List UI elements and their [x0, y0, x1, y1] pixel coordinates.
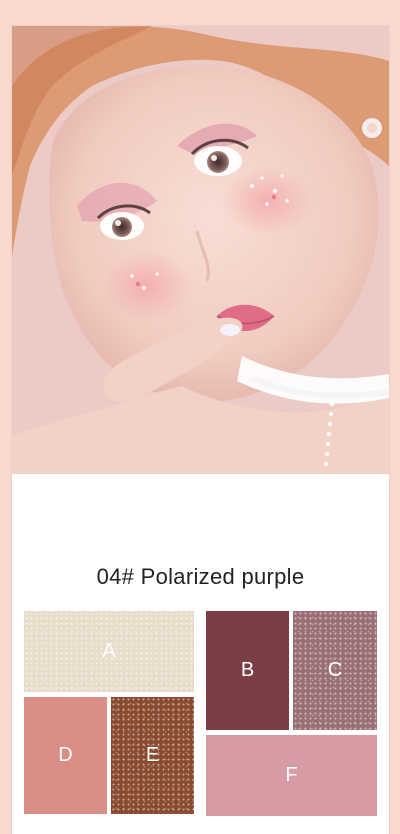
swatch-a[interactable]: A: [24, 611, 194, 692]
swatch-f[interactable]: F: [206, 735, 377, 816]
swatch-c-label: C: [327, 659, 343, 681]
swatch-c[interactable]: C: [293, 611, 377, 730]
swatch-a-label: A: [102, 640, 116, 662]
shade-caption: 04# Polarized purple: [96, 564, 305, 589]
swatch-e-label: E: [145, 744, 160, 766]
swatch-b[interactable]: B: [206, 611, 289, 730]
product-card: 04# Polarized purple A B C D E F: [12, 26, 389, 834]
swatch-b-label: B: [240, 659, 255, 681]
swatch-d[interactable]: D: [24, 697, 107, 814]
swatch-e[interactable]: E: [111, 697, 194, 814]
swatch-f-label: F: [285, 764, 298, 786]
model-photo: [12, 26, 389, 474]
swatch-d-label: D: [58, 744, 73, 766]
model-photo-illustration: [12, 26, 389, 474]
